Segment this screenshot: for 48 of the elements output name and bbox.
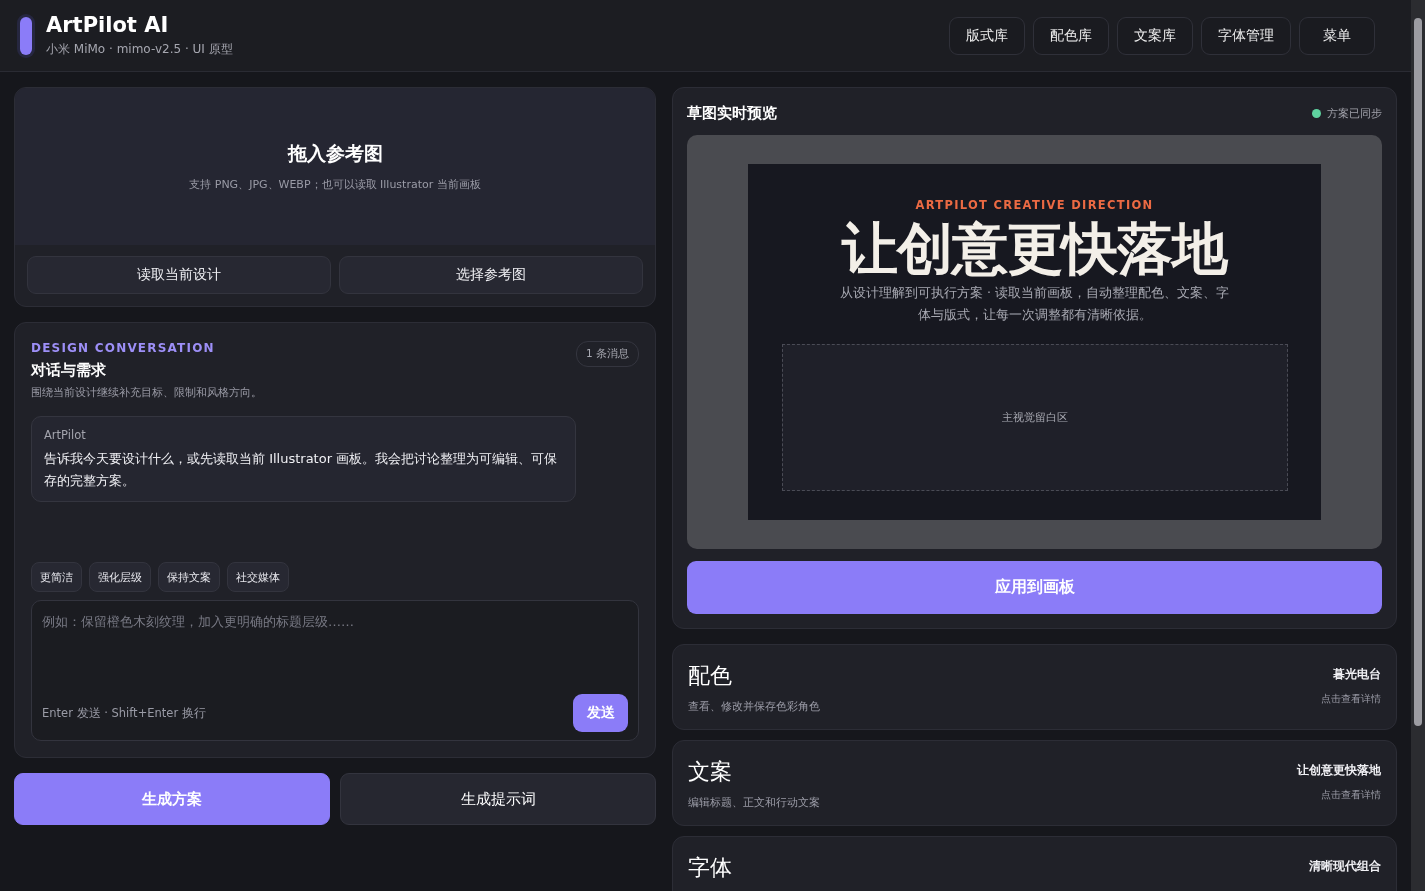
nav-button[interactable]: 字体管理 — [1201, 16, 1291, 55]
message-count: 1 条消息 — [575, 341, 639, 367]
nav-button[interactable]: 配色库 — [1033, 16, 1109, 55]
section-card-title: 配色 — [688, 662, 733, 690]
app-subtitle: 小米 MiMo · mimo-v2.5 · UI 原型 — [46, 41, 233, 58]
input-hint: Enter 发送 · Shift+Enter 换行 — [42, 705, 206, 721]
section-card-description: 查看、修改并保存色彩角色 — [688, 699, 820, 714]
section-card[interactable]: 文案 编辑标题、正文和行动文案 让创意更快落地 点击查看详情 — [672, 740, 1397, 826]
section-eyebrow: DESIGN CONVERSATION — [31, 341, 216, 355]
placeholder-label: 主视觉留白区 — [1001, 410, 1068, 425]
nav-button[interactable]: 版式库 — [949, 16, 1025, 55]
section-card-title: 字体 — [688, 854, 732, 882]
artboard-body: 从设计理解到可执行方案 · 读取当前画板，自动整理配色、文案、字体与版式，让每一次调整都有清晰依据。 — [839, 284, 1230, 324]
logo-icon — [20, 16, 32, 55]
section-card-value: 暮光电台 — [1333, 666, 1381, 683]
generate-prompt-button[interactable]: 生成提示词 — [340, 773, 656, 825]
section-card[interactable]: 配色 查看、修改并保存色彩角色 暮光电台 点击查看详情 — [672, 644, 1397, 730]
section-title: 对话与需求 — [31, 361, 107, 380]
drop-hint: 支持 PNG、JPG、WEBP；也可以读取 Illustrator 当前画板 — [189, 177, 481, 192]
section-card-title: 文案 — [688, 758, 733, 786]
section-description: 围绕当前设计继续补充目标、限制和风格方向。 — [31, 386, 262, 400]
nav-button[interactable]: 菜单 — [1299, 16, 1375, 55]
scrollbar-thumb[interactable] — [1414, 18, 1422, 726]
suggestion-chip[interactable]: 强化层级 — [89, 562, 151, 592]
drop-title: 拖入参考图 — [287, 141, 383, 166]
artboard-eyebrow: ARTPILOT CREATIVE DIRECTION — [915, 198, 1154, 212]
drop-zone[interactable]: 拖入参考图 支持 PNG、JPG、WEBP；也可以读取 Illustrator 当前画板 — [15, 88, 655, 245]
status-dot-icon — [1312, 109, 1321, 118]
section-card-value: 让创意更快落地 — [1297, 762, 1381, 779]
upload-button[interactable]: 读取当前设计 — [27, 256, 331, 294]
app-title: ArtPilot AI — [46, 13, 170, 37]
upload-button[interactable]: 选择参考图 — [339, 256, 643, 294]
details-link[interactable]: 点击查看详情 — [1321, 692, 1381, 706]
section-card[interactable]: 字体 清晰现代组合 — [672, 836, 1397, 891]
message-author: ArtPilot — [44, 428, 87, 442]
message-text: 告诉我今天要设计什么，或先读取当前 Illustrator 画板。我会把讨论整理为可编辑、可保存的完整方案。 — [44, 450, 559, 490]
suggestion-chip[interactable]: 社交媒体 — [227, 562, 289, 592]
preview-title: 草图实时预览 — [687, 104, 777, 123]
sync-status: 方案已同步 — [1327, 106, 1382, 121]
scrollbar[interactable] — [1411, 0, 1425, 891]
section-card-description: 编辑标题、正文和行动文案 — [688, 795, 820, 810]
message-input[interactable]: 例如：保留橙色木刻纹理，加入更明确的标题层级…… Enter 发送 · Shift+Enter 换行 发送 — [31, 600, 639, 741]
nav-button[interactable]: 文案库 — [1117, 16, 1193, 55]
section-card-value: 清晰现代组合 — [1309, 858, 1381, 875]
details-link[interactable]: 点击查看详情 — [1321, 788, 1381, 802]
suggestion-chip[interactable]: 保持文案 — [158, 562, 220, 592]
suggestion-chip[interactable]: 更简洁 — [31, 562, 82, 592]
artboard-headline: 让创意更快落地 — [842, 216, 1227, 282]
